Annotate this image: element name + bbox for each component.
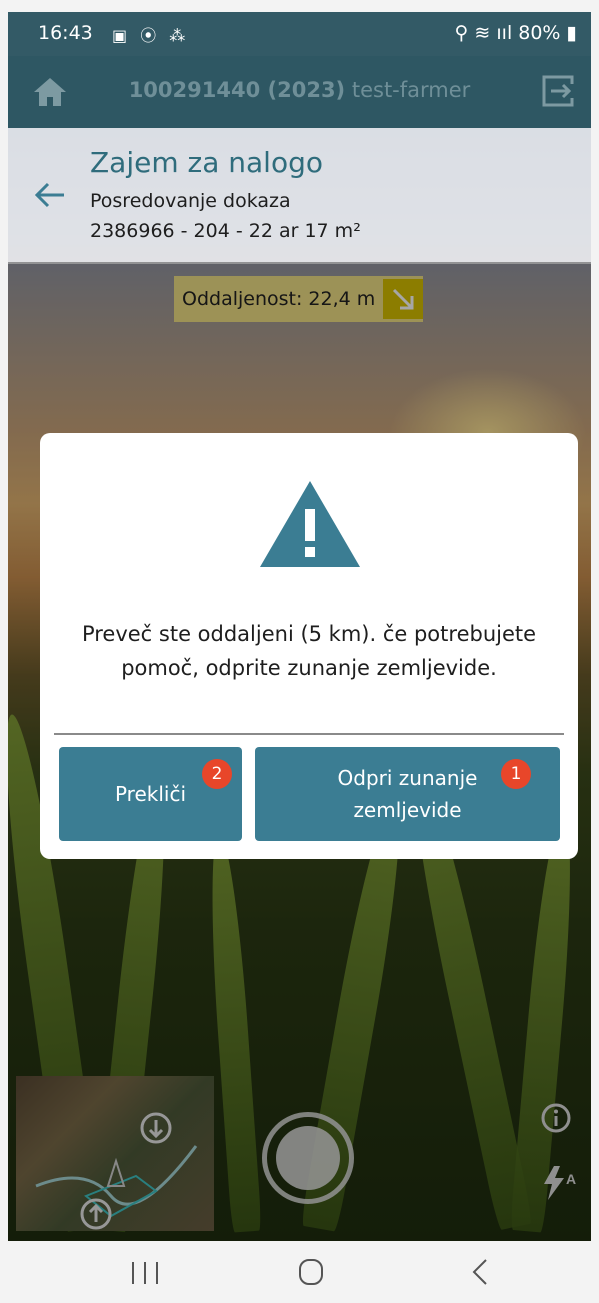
- logout-icon[interactable]: [541, 74, 575, 108]
- task-meta: 2386966 - 204 - 22 ar 17 m²: [90, 220, 361, 242]
- app-title-id: 100291440 (2023): [128, 78, 346, 102]
- task-subtitle: Posredovanje dokaza: [90, 190, 291, 212]
- recent-apps-icon[interactable]: [128, 1259, 162, 1287]
- dialog-divider: [54, 733, 564, 735]
- distance-warning-dialog: Preveč ste oddaljeni (5 km). če potrebuj…: [40, 433, 578, 859]
- status-bar: 16:43 ▣ ⦿ ⁂ ⚲ ≋ ııl 80% ▮: [8, 12, 591, 56]
- task-header: Zajem za nalogo Posredovanje dokaza 2386…: [8, 128, 591, 264]
- warning-icon: [260, 481, 360, 567]
- system-nav-bar: [0, 1241, 599, 1303]
- task-title: Zajem za nalogo: [90, 146, 323, 179]
- cancel-button-label: Prekliči: [114, 782, 187, 806]
- status-time: 16:43: [38, 22, 93, 44]
- open-maps-button-label: Odpri zunanje zemljevide: [337, 766, 478, 822]
- notification-icons: ▣ ⦿ ⁂: [112, 26, 190, 45]
- dialog-message: Preveč ste oddaljeni (5 km). če potrebuj…: [81, 622, 537, 680]
- status-right: ⚲ ≋ ııl 80% ▮: [454, 22, 577, 44]
- app-title: 100291440 (2023) test-farmer: [8, 78, 591, 102]
- app-bar: 100291440 (2023) test-farmer: [8, 56, 591, 128]
- home-circle-icon[interactable]: [298, 1257, 324, 1287]
- back-arrow-icon[interactable]: [32, 180, 68, 210]
- step-badge-2: 2: [202, 759, 232, 789]
- phone-screen: 16:43 ▣ ⦿ ⁂ ⚲ ≋ ııl 80% ▮ 100291440 (202…: [8, 12, 591, 1241]
- app-title-user: test-farmer: [351, 78, 471, 102]
- back-chevron-icon[interactable]: [470, 1257, 490, 1287]
- step-badge-1: 1: [501, 759, 531, 789]
